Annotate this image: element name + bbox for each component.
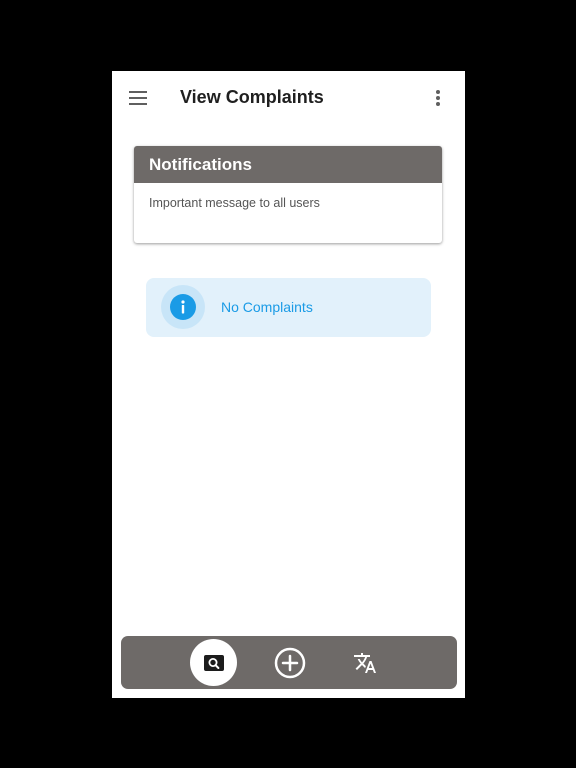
hamburger-menu-icon	[129, 91, 147, 105]
nav-add-complaint-button[interactable]	[274, 647, 306, 679]
app-screen: View Complaints Notifications Important …	[112, 71, 465, 698]
nav-translate-button[interactable]	[353, 651, 377, 675]
no-complaints-alert: No Complaints	[146, 278, 431, 337]
info-icon	[170, 294, 196, 320]
more-vert-icon	[436, 90, 440, 106]
notification-message: Important message to all users	[149, 196, 320, 210]
notifications-header: Notifications	[134, 146, 442, 183]
info-icon-container	[161, 285, 205, 329]
more-options-button[interactable]	[426, 86, 450, 110]
image-search-icon	[203, 654, 224, 671]
menu-button[interactable]	[126, 86, 150, 110]
nav-view-complaints-button[interactable]	[190, 639, 237, 686]
bottom-navigation-bar	[121, 636, 457, 689]
page-title: View Complaints	[180, 87, 324, 107]
notifications-card: Notifications Important message to all u…	[134, 146, 442, 243]
alert-message: No Complaints	[221, 299, 313, 315]
app-bar: View Complaints	[112, 71, 465, 125]
translate-icon	[354, 653, 376, 673]
add-circle-icon	[274, 647, 306, 679]
